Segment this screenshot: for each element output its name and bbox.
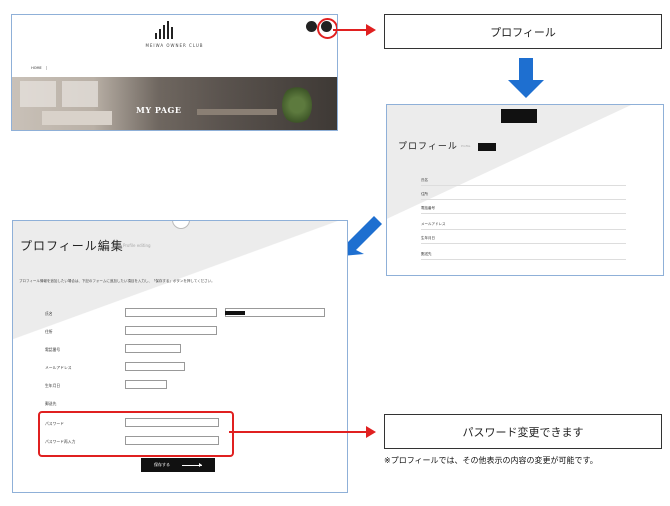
bottom-note: ※プロフィールでは、その他表示の内容の変更が可能です。 — [384, 456, 598, 465]
form-row: 住所 — [45, 325, 325, 339]
form-row: 生年月日 — [45, 379, 325, 393]
form-row: 郵送先 — [45, 397, 325, 411]
logo-text: MEIWA OWNER CLUB — [145, 43, 204, 48]
field-label: 氏名 — [45, 311, 53, 316]
arrow-right-icon — [366, 426, 376, 438]
edit-title-en: Profile editing — [123, 243, 151, 248]
form-row: メールアドレス — [45, 361, 325, 375]
field-label: 電話番号 — [45, 347, 61, 352]
hero-image: MY PAGE — [12, 77, 337, 130]
plant-icon — [282, 85, 312, 125]
arrow-down-icon — [508, 58, 544, 98]
hero-title: MY PAGE — [136, 105, 182, 115]
field-label: 生年月日 — [45, 383, 61, 388]
row-label: 電話番号 — [421, 206, 435, 210]
arrow-line — [333, 29, 367, 31]
save-button[interactable]: 保存する — [141, 458, 215, 472]
edit-note: プロフィール情報を追加したい場合は、下記のフォームに追加したい項目を入力し、「保… — [19, 279, 215, 283]
save-button-label: 保存する — [154, 462, 170, 467]
site-header-screenshot: MEIWA OWNER CLUB HOME MY PAGE — [11, 14, 338, 131]
profile-row: 住所 — [421, 187, 626, 200]
redacted-name — [225, 311, 245, 315]
profile-title: プロフィール — [398, 142, 458, 152]
row-label: 郵送先 — [421, 252, 432, 256]
row-label: 住所 — [421, 192, 428, 196]
last-name-input[interactable] — [125, 308, 217, 317]
field-label: 郵送先 — [45, 401, 57, 406]
chat-icon[interactable] — [306, 21, 317, 32]
edit-title: プロフィール編集 — [20, 239, 124, 253]
row-label: 氏名 — [421, 178, 428, 182]
profile-row: 生年月日 — [421, 231, 626, 244]
profile-title-en: Profile — [461, 144, 471, 148]
password-callout-label: パスワード変更できます — [462, 425, 584, 439]
profile-row: 郵送先 — [421, 247, 626, 260]
profile-row: 電話番号 — [421, 201, 626, 214]
profile-view-screenshot: プロフィール Profile 氏名 住所 電話番号 メールアドレス 生年月日 郵… — [386, 104, 664, 276]
profile-callout: プロフィール — [384, 14, 662, 49]
nav-item[interactable]: HOME — [27, 66, 47, 70]
phone-input[interactable] — [125, 344, 181, 353]
password-highlight — [38, 411, 234, 457]
birthdate-input[interactable] — [125, 380, 167, 389]
scroll-indicator — [172, 221, 190, 229]
arrow-line — [229, 431, 367, 433]
arrow-right-icon — [182, 462, 202, 467]
profile-row: メールアドレス — [421, 217, 626, 230]
redacted-name — [501, 109, 537, 123]
row-label: 生年月日 — [421, 236, 435, 240]
profile-callout-label: プロフィール — [490, 25, 556, 39]
main-nav: HOME — [12, 63, 337, 73]
field-label: 住所 — [45, 329, 53, 334]
profile-row: 氏名 — [421, 173, 626, 186]
edit-button[interactable] — [478, 143, 496, 151]
row-label: メールアドレス — [421, 222, 446, 226]
form-row: 電話番号 — [45, 343, 325, 357]
password-callout: パスワード変更できます — [384, 414, 662, 449]
logo-icon — [153, 21, 177, 39]
form-row: 氏名 — [45, 307, 325, 321]
profile-edit-screenshot: プロフィール編集 Profile editing プロフィール情報を追加したい場… — [12, 220, 348, 493]
arrow-right-icon — [366, 24, 376, 36]
email-input[interactable] — [125, 362, 185, 371]
field-label: メールアドレス — [45, 365, 72, 370]
address-input[interactable] — [125, 326, 217, 335]
